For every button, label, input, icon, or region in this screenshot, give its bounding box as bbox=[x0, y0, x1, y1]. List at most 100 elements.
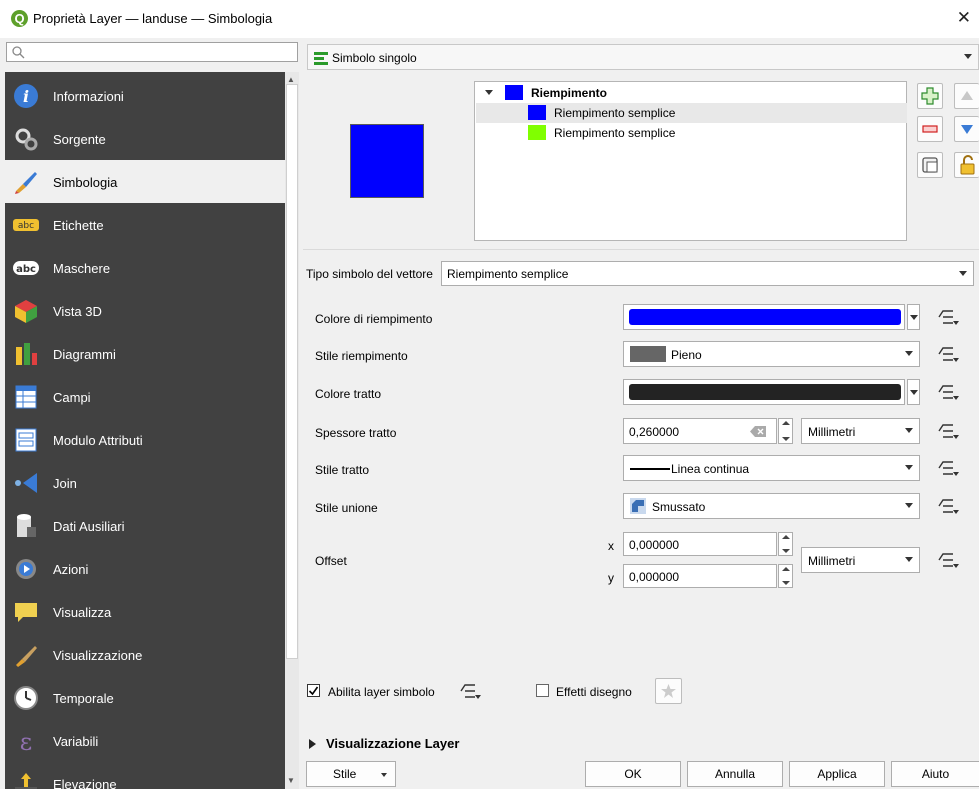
fields-icon bbox=[15, 385, 37, 409]
apply-button[interactable]: Applica bbox=[789, 761, 885, 787]
sidebar-item-dati-ausiliari[interactable]: Dati Ausiliari bbox=[5, 504, 285, 547]
move-up-button[interactable] bbox=[954, 83, 979, 109]
tree-layer-row[interactable]: Riempimento semplice bbox=[476, 123, 907, 143]
sidebar-scrollbar[interactable]: ▲ ▼ bbox=[285, 72, 299, 789]
join-style-select[interactable]: Smussato bbox=[623, 493, 920, 519]
renderer-select[interactable]: Simbolo singolo bbox=[307, 44, 979, 70]
renderer-select-value: Simbolo singolo bbox=[332, 51, 417, 65]
bevel-join-icon bbox=[630, 498, 646, 514]
cancel-button[interactable]: Annulla bbox=[687, 761, 783, 787]
collapse-arrow-icon[interactable] bbox=[485, 90, 493, 95]
data-defined-override-icon[interactable] bbox=[460, 682, 482, 700]
data-defined-override-icon[interactable] bbox=[938, 497, 960, 515]
sidebar-item-sorgente[interactable]: Sorgente bbox=[5, 117, 285, 160]
labels-icon: abc bbox=[13, 219, 39, 231]
add-layer-button[interactable] bbox=[917, 83, 943, 109]
offset-y-input[interactable]: 0,000000 bbox=[623, 564, 777, 588]
effects-settings-button[interactable] bbox=[655, 678, 682, 704]
attributes-form-icon bbox=[15, 428, 37, 452]
fill-style-label: Stile riempimento bbox=[315, 349, 408, 363]
layer-rendering-section-toggle[interactable]: Visualizzazione Layer bbox=[309, 736, 459, 751]
draw-effects-checkbox[interactable] bbox=[536, 684, 549, 697]
tree-root-row[interactable]: Riempimento bbox=[476, 83, 907, 103]
sidebar-item-campi[interactable]: Campi bbox=[5, 375, 285, 418]
sidebar-item-join[interactable]: Join bbox=[5, 461, 285, 504]
sidebar-item-label: Simbologia bbox=[53, 175, 118, 190]
scrollbar-thumb[interactable] bbox=[286, 84, 298, 659]
chevron-down-icon bbox=[910, 390, 918, 395]
tree-layer-label: Riempimento semplice bbox=[554, 126, 676, 140]
sidebar-item-label: Join bbox=[53, 476, 77, 491]
sidebar-item-diagrammi[interactable]: Diagrammi bbox=[5, 332, 285, 375]
star-effects-icon bbox=[661, 684, 676, 698]
stroke-width-stepper[interactable] bbox=[778, 418, 793, 444]
data-defined-override-icon[interactable] bbox=[938, 383, 960, 401]
sidebar-item-label: Informazioni bbox=[53, 89, 124, 104]
tree-layer-row[interactable]: Riempimento semplice bbox=[476, 103, 907, 123]
sidebar-item-informazioni[interactable]: i Informazioni bbox=[5, 74, 285, 117]
duplicate-layer-button[interactable] bbox=[917, 152, 943, 178]
data-defined-override-icon[interactable] bbox=[938, 422, 960, 440]
section-divider bbox=[303, 249, 979, 250]
stroke-width-input[interactable]: 0,260000 bbox=[623, 418, 777, 444]
sidebar-item-label: Visualizzazione bbox=[53, 648, 143, 663]
offset-unit-select[interactable]: Millimetri bbox=[801, 547, 920, 573]
stroke-color-dropdown[interactable] bbox=[907, 379, 920, 405]
sidebar-item-elevazione[interactable]: Elevazione bbox=[5, 762, 285, 789]
data-defined-override-icon[interactable] bbox=[938, 308, 960, 326]
offset-x-value: 0,000000 bbox=[629, 538, 680, 552]
rendering-icon bbox=[16, 646, 37, 667]
fill-color-dropdown[interactable] bbox=[907, 304, 920, 330]
stroke-color-button[interactable] bbox=[623, 379, 905, 405]
stroke-style-select[interactable]: Linea continua bbox=[623, 455, 920, 481]
data-defined-override-icon[interactable] bbox=[938, 459, 960, 477]
sidebar-item-visualizzazione[interactable]: Visualizzazione bbox=[5, 633, 285, 676]
sidebar-item-vista-3d[interactable]: Vista 3D bbox=[5, 289, 285, 332]
close-icon[interactable]: ✕ bbox=[957, 8, 971, 28]
layer-swatch bbox=[528, 125, 546, 140]
sidebar-item-variabili[interactable]: ε Variabili bbox=[5, 719, 285, 762]
scroll-up-icon[interactable]: ▲ bbox=[287, 75, 295, 84]
data-defined-override-icon[interactable] bbox=[938, 345, 960, 363]
sidebar-item-label: Maschere bbox=[53, 261, 111, 276]
remove-layer-button[interactable] bbox=[917, 116, 943, 142]
data-defined-override-icon[interactable] bbox=[938, 551, 960, 569]
sidebar-item-label: Visualizza bbox=[53, 605, 112, 620]
ok-button[interactable]: OK bbox=[585, 761, 681, 787]
offset-unit-value: Millimetri bbox=[808, 554, 856, 568]
offset-x-stepper[interactable] bbox=[778, 532, 793, 556]
offset-x-input[interactable]: 0,000000 bbox=[623, 532, 777, 556]
sidebar-item-visualizza[interactable]: Visualizza bbox=[5, 590, 285, 633]
help-button[interactable]: Aiuto bbox=[891, 761, 979, 787]
scroll-down-icon[interactable]: ▼ bbox=[287, 776, 295, 785]
clear-icon[interactable] bbox=[750, 426, 766, 437]
fill-color-button[interactable] bbox=[623, 304, 905, 330]
svg-text:abc: abc bbox=[18, 221, 34, 231]
sidebar-item-etichette[interactable]: abc Etichette bbox=[5, 203, 285, 246]
stroke-style-value: Linea continua bbox=[671, 462, 750, 476]
actions-icon bbox=[16, 559, 36, 579]
fill-style-select[interactable]: Pieno bbox=[623, 341, 920, 367]
sidebar-item-azioni[interactable]: Azioni bbox=[5, 547, 285, 590]
offset-y-stepper[interactable] bbox=[778, 564, 793, 588]
chevron-down-icon bbox=[905, 428, 913, 433]
sidebar-item-maschere[interactable]: abc Maschere bbox=[5, 246, 285, 289]
search-input[interactable] bbox=[6, 42, 298, 62]
stroke-width-unit-select[interactable]: Millimetri bbox=[801, 418, 920, 444]
style-menu-button[interactable]: Stile bbox=[306, 761, 396, 787]
svg-text:ε: ε bbox=[20, 728, 32, 754]
tree-root-label: Riempimento bbox=[531, 86, 608, 100]
fill-style-swatch bbox=[630, 346, 666, 362]
sidebar-item-simbologia[interactable]: Simbologia bbox=[5, 160, 285, 203]
symbol-layer-type-select[interactable]: Riempimento semplice bbox=[441, 261, 974, 286]
sidebar-item-modulo-attributi[interactable]: Modulo Attributi bbox=[5, 418, 285, 461]
sidebar-item-label: Variabili bbox=[53, 734, 99, 749]
symbol-layer-tree[interactable]: Riempimento Riempimento semplice Riempim… bbox=[474, 81, 907, 241]
move-down-button[interactable] bbox=[954, 116, 979, 142]
lock-color-button[interactable] bbox=[954, 152, 979, 178]
stroke-color-swatch bbox=[629, 384, 901, 400]
enable-layer-checkbox[interactable] bbox=[307, 684, 320, 697]
sidebar-item-temporale[interactable]: Temporale bbox=[5, 676, 285, 719]
info-icon: i bbox=[14, 84, 38, 108]
chevron-down-icon bbox=[910, 315, 918, 320]
